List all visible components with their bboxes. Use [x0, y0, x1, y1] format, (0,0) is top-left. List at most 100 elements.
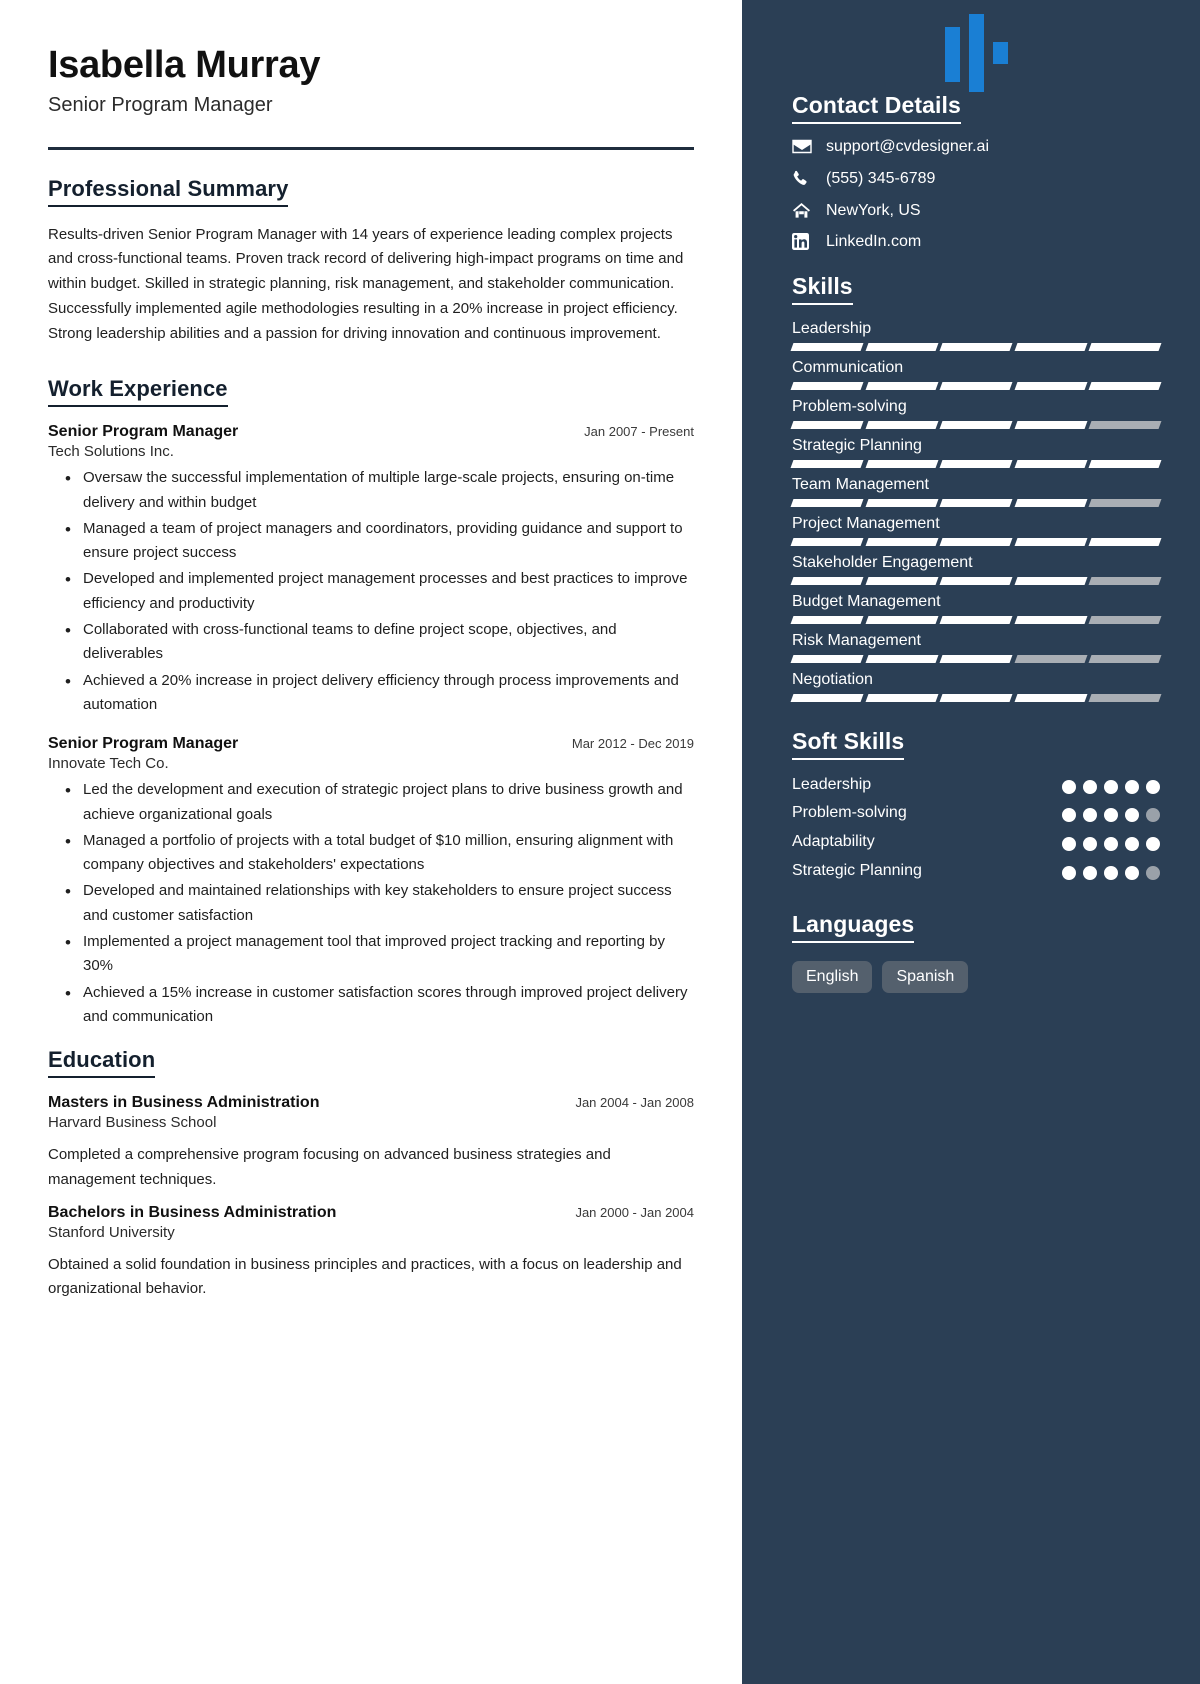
section-title-work: Work Experience	[48, 376, 228, 408]
education-school: Stanford University	[48, 1223, 175, 1241]
work-bullet: Led the development and execution of str…	[48, 777, 694, 827]
skill-bar-segment	[790, 459, 864, 468]
sidebar-title-contact: Contact Details	[792, 92, 961, 124]
work-bullet-list: Oversaw the successful implementation of…	[48, 465, 694, 718]
soft-skill-rating-dots	[1062, 860, 1160, 880]
skill-bar-segment	[865, 381, 938, 390]
logo-bar-left	[944, 27, 960, 82]
skill-bar-segment	[790, 537, 864, 546]
skill-bar-segment	[1088, 381, 1162, 390]
work-bullet: Achieved a 20% increase in project deliv…	[48, 668, 694, 718]
contact-item-phone[interactable]: (555) 345-6789	[792, 170, 1160, 188]
sidebar-section-contact: Contact Details support@cvdesigner.ai (5…	[792, 92, 1160, 251]
skill-bar-segment	[939, 615, 1013, 624]
work-bullet: Managed a team of project managers and c…	[48, 516, 694, 566]
section-title-education: Education	[48, 1047, 156, 1079]
rating-dot	[1125, 836, 1139, 851]
candidate-name: Isabella Murray	[48, 44, 321, 86]
skill-row: Stakeholder Engagement	[790, 553, 1162, 585]
contact-item-email[interactable]: support@cvdesigner.ai	[792, 138, 1160, 156]
rating-dot	[1083, 779, 1097, 794]
skill-row: Team Management	[790, 475, 1162, 507]
skill-name: Project Management	[792, 514, 940, 532]
skill-bar-segment	[865, 537, 938, 546]
skill-name: Team Management	[792, 475, 929, 493]
rating-dot	[1146, 865, 1160, 880]
skill-name: Risk Management	[792, 631, 921, 649]
skill-level-bar	[790, 693, 1162, 702]
skill-bar-segment	[939, 498, 1013, 507]
section-professional-summary: Professional Summary Results-driven Seni…	[48, 176, 694, 347]
rating-dot	[1062, 808, 1076, 823]
rating-dot	[1104, 779, 1118, 794]
soft-skill-row: Problem-solving	[792, 802, 1160, 824]
candidate-role: Senior Program Manager	[48, 93, 273, 116]
skill-name: Negotiation	[792, 670, 873, 688]
section-work-experience: Work Experience Senior Program Manager J…	[48, 376, 694, 1029]
skill-bar-segment	[939, 654, 1013, 663]
skill-level-bar	[790, 459, 1162, 468]
work-bullet: Achieved a 15% increase in customer sati…	[48, 980, 694, 1030]
skill-row: Problem-solving	[790, 397, 1162, 429]
education-entry: Bachelors in Business Administration Jan…	[48, 1204, 694, 1302]
language-tag: Spanish	[882, 961, 969, 993]
rating-dot	[1083, 865, 1097, 880]
skill-bar-segment	[1088, 420, 1162, 429]
skill-bar-segment	[865, 654, 938, 663]
work-dates: Jan 2007 - Present	[584, 424, 694, 440]
summary-text: Results-driven Senior Program Manager wi…	[48, 225, 684, 342]
skill-bar-segment	[1088, 537, 1162, 546]
education-description: Obtained a solid foundation in business …	[48, 1255, 682, 1298]
rating-dot	[1125, 865, 1139, 880]
skill-bar-segment	[865, 576, 938, 585]
skill-bar-segment	[1014, 576, 1087, 585]
skill-bar-segment	[1014, 498, 1087, 507]
skill-bar-segment	[790, 693, 864, 702]
sidebar-title-skills: Skills	[792, 273, 853, 305]
skill-bar-segment	[1088, 654, 1162, 663]
rating-dot	[1146, 836, 1160, 851]
header-divider	[48, 146, 694, 150]
education-degree: Masters in Business Administration	[48, 1094, 320, 1112]
sidebar-title-soft-skills: Soft Skills	[792, 728, 905, 760]
skill-bar-segment	[1014, 615, 1087, 624]
skill-bar-segment	[865, 420, 938, 429]
skill-row: Strategic Planning	[790, 436, 1162, 468]
skill-name: Stakeholder Engagement	[792, 553, 973, 571]
contact-list: support@cvdesigner.ai (555) 345-6789 New…	[792, 138, 1160, 251]
skill-bar-segment	[1014, 537, 1087, 546]
skill-bar-segment	[939, 342, 1013, 351]
skill-level-bar	[790, 342, 1162, 351]
education-degree: Bachelors in Business Administration	[48, 1203, 337, 1221]
rating-dot	[1104, 808, 1118, 823]
skill-level-bar	[790, 381, 1162, 390]
skill-bar-segment	[790, 420, 864, 429]
skill-bar-segment	[939, 420, 1013, 429]
work-bullet: Implemented a project management tool th…	[48, 929, 694, 979]
skill-level-bar	[790, 537, 1162, 546]
sidebar-title-languages: Languages	[792, 911, 915, 944]
language-tag-list: English Spanish	[792, 961, 1160, 993]
contact-item-location[interactable]: NewYork, US	[792, 202, 1160, 220]
contact-item-linkedin[interactable]: LinkedIn.com	[792, 233, 1160, 251]
skill-bar-segment	[790, 615, 864, 624]
contact-location-value: NewYork, US	[826, 201, 921, 219]
rating-dot	[1146, 808, 1160, 823]
contact-phone-value: (555) 345-6789	[826, 169, 936, 187]
work-bullet-list: Led the development and execution of str…	[48, 777, 694, 1030]
work-company: Tech Solutions Inc.	[48, 443, 174, 461]
skill-row: Budget Management	[790, 592, 1162, 624]
skill-bar-segment	[790, 498, 864, 507]
skill-bar-segment	[790, 654, 864, 663]
contact-linkedin-value: LinkedIn.com	[826, 233, 922, 251]
education-entry: Masters in Business Administration Jan 2…	[48, 1094, 694, 1192]
sidebar: Contact Details support@cvdesigner.ai (5…	[742, 0, 1200, 1684]
work-dates: Mar 2012 - Dec 2019	[571, 736, 694, 752]
skill-bar-segment	[865, 498, 938, 507]
skill-bar-segment	[1014, 381, 1087, 390]
skill-row: Project Management	[790, 514, 1162, 546]
education-description: Completed a comprehensive program focusi…	[48, 1146, 611, 1188]
skill-bar-segment	[1014, 654, 1087, 663]
rating-dot	[1083, 836, 1097, 851]
work-entry: Senior Program Manager Mar 2012 - Dec 20…	[48, 735, 694, 1029]
